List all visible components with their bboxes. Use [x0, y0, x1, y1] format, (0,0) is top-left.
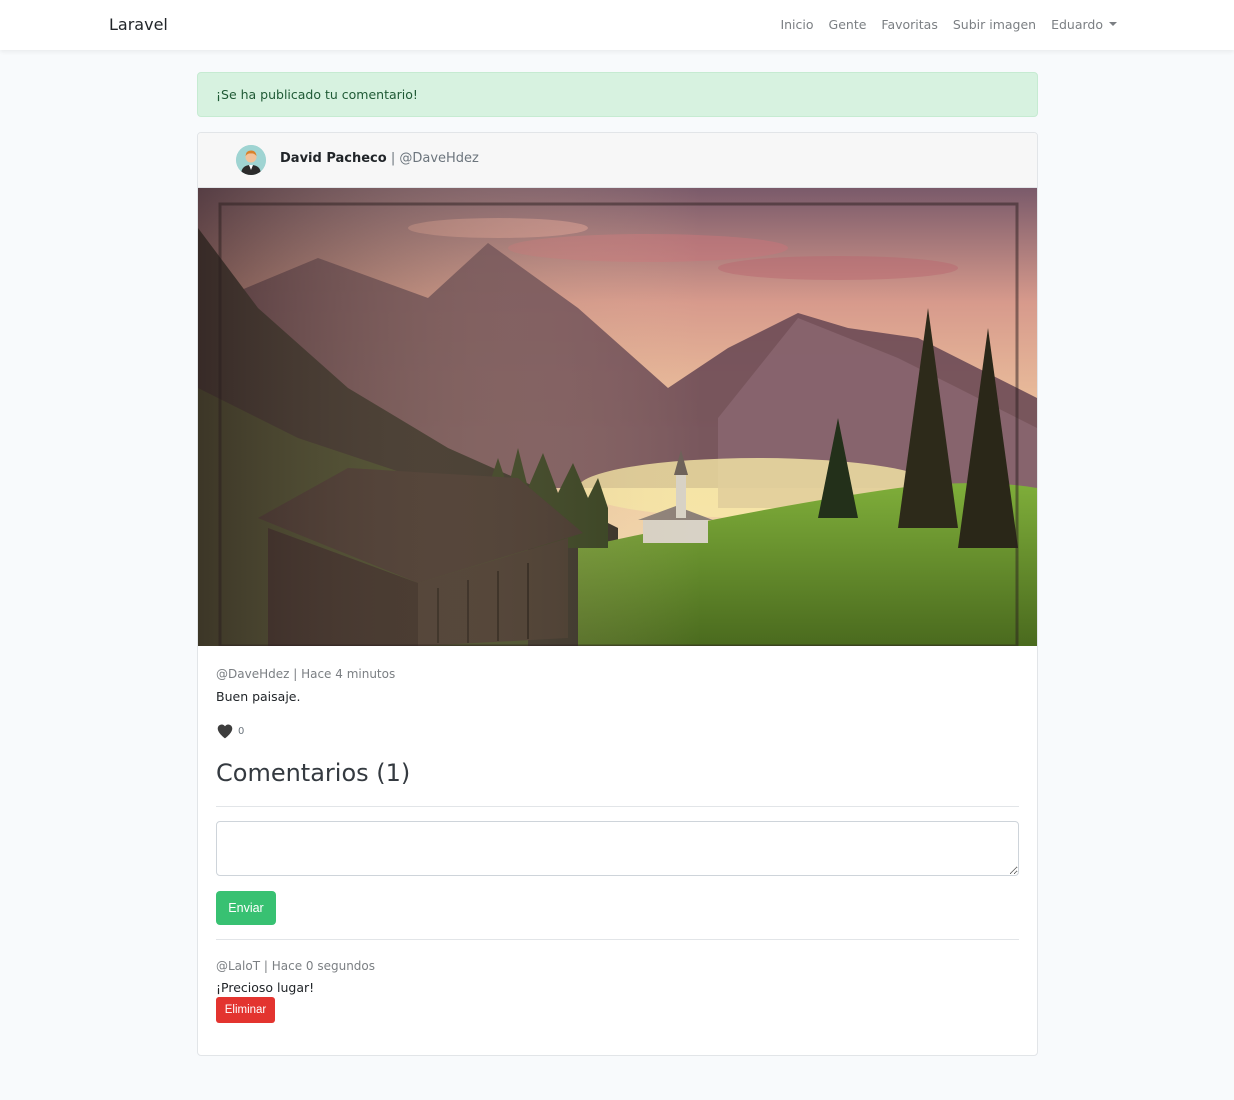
caret-down-icon — [1109, 21, 1117, 26]
post-description: Buen paisaje. — [216, 689, 301, 704]
success-alert: ¡Se ha publicado tu comentario! — [197, 72, 1038, 117]
author-separator: | — [386, 151, 400, 166]
author-handle: @DaveHdez — [399, 151, 479, 166]
user-avatar-icon — [236, 145, 266, 175]
nav-links: Inicio Gente Favoritas Subir imagen Edua… — [780, 17, 1117, 32]
post-meta: @DaveHdez | Hace 4 minutos — [216, 667, 396, 681]
author-name: David Pacheco — [280, 151, 387, 166]
like-count: 0 — [238, 725, 245, 737]
post-card: David Pacheco | @DaveHdez @DaveHdez | Ha… — [197, 132, 1038, 1056]
delete-comment-button[interactable]: Eliminar — [216, 997, 275, 1023]
landscape-image — [198, 188, 1037, 646]
nav-link-favoritas[interactable]: Favoritas — [881, 17, 937, 32]
brand-link[interactable]: Laravel — [109, 15, 168, 34]
heart-icon — [217, 724, 233, 739]
post-header: David Pacheco | @DaveHdez — [198, 133, 1037, 188]
comment-separator — [216, 939, 1019, 940]
post-author[interactable]: David Pacheco | @DaveHdez — [280, 151, 479, 166]
comment-meta: @LaloT | Hace 0 segundos — [216, 959, 376, 973]
nav-link-inicio[interactable]: Inicio — [780, 17, 813, 32]
user-dropdown-label: Eduardo — [1051, 17, 1103, 32]
comments-title: Comentarios (1) — [216, 759, 411, 787]
avatar[interactable] — [236, 145, 266, 175]
submit-comment-button[interactable]: Enviar — [216, 891, 276, 925]
user-dropdown[interactable]: Eduardo — [1051, 17, 1117, 32]
nav-link-gente[interactable]: Gente — [829, 17, 867, 32]
comment-text: ¡Precioso lugar! — [216, 980, 315, 995]
post-image[interactable] — [198, 188, 1037, 646]
comments-divider — [216, 806, 1019, 807]
like-button[interactable]: 0 — [216, 723, 244, 739]
comment-input[interactable] — [216, 821, 1019, 876]
alert-message: ¡Se ha publicado tu comentario! — [216, 87, 418, 102]
nav-link-subir-imagen[interactable]: Subir imagen — [953, 17, 1036, 32]
top-navbar: Laravel Inicio Gente Favoritas Subir ima… — [0, 0, 1234, 50]
